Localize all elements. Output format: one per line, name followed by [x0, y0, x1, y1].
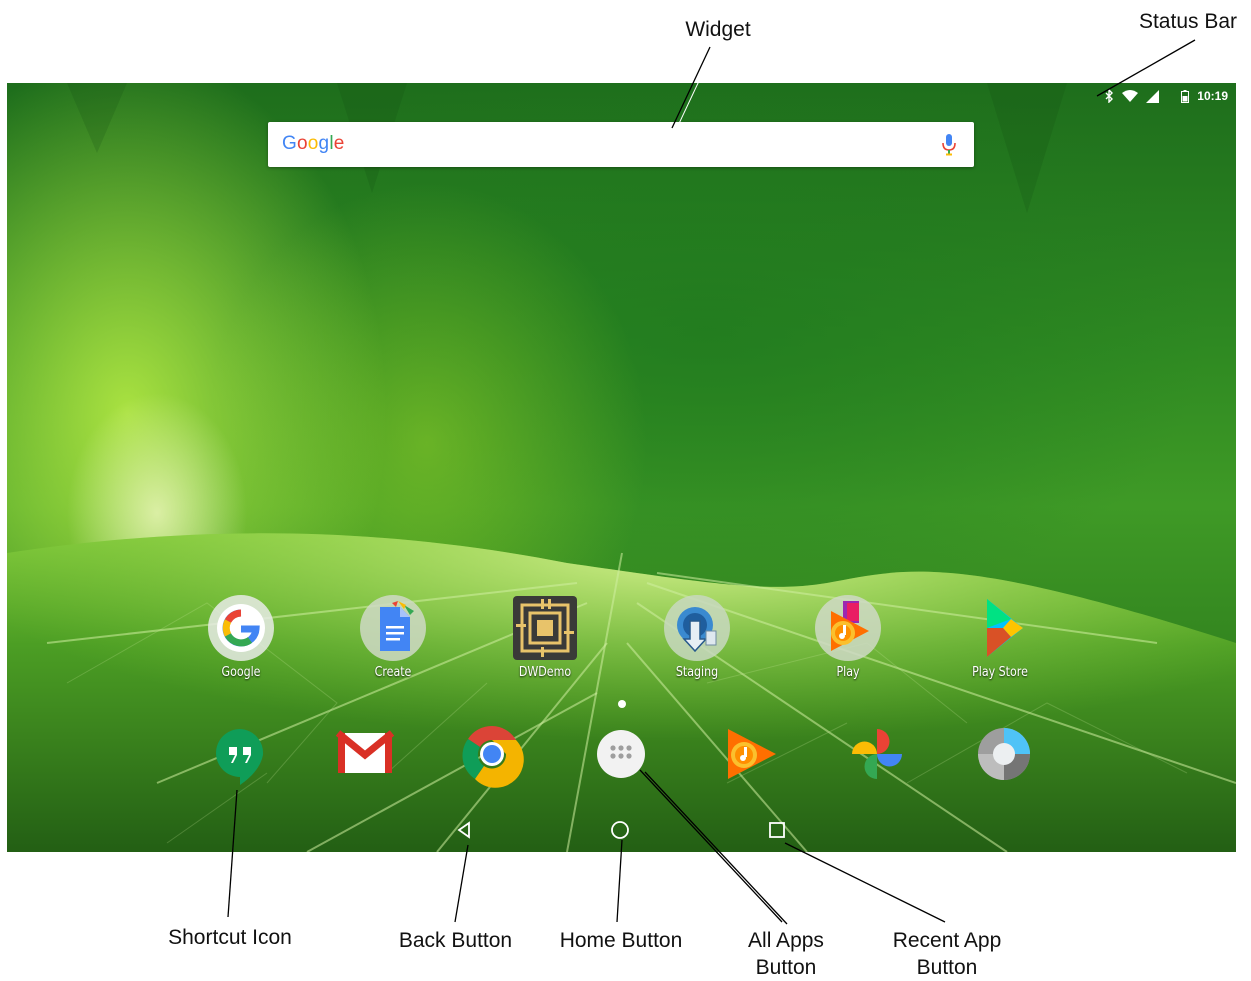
leader-status-bar [1096, 39, 1196, 97]
leader-all-apps [639, 769, 788, 925]
callout-leader-lines [227, 39, 1196, 925]
leader-home-button [616, 839, 623, 923]
callout-status-bar: Status Bar [1138, 10, 1238, 33]
leader-shortcut-icon [227, 789, 238, 918]
leader-recent-app [784, 842, 946, 923]
callout-widget: Widget [685, 18, 751, 41]
callout-all-apps-button: All Apps Button [726, 927, 846, 981]
callout-all-apps-line2: Button [755, 956, 817, 979]
callout-shortcut-icon: Shortcut Icon [168, 926, 292, 949]
leader-widget [671, 46, 715, 131]
leader-back-button [454, 844, 469, 923]
callout-recent-app-button: Recent App Button [872, 927, 1022, 981]
callout-recent-app-line2: Button [916, 956, 978, 979]
callout-home-button: Home Button [559, 929, 683, 952]
callout-recent-app-line1: Recent App [892, 929, 1002, 952]
callout-all-apps-line1: All Apps [748, 929, 824, 952]
callout-back-button: Back Button [398, 929, 513, 952]
